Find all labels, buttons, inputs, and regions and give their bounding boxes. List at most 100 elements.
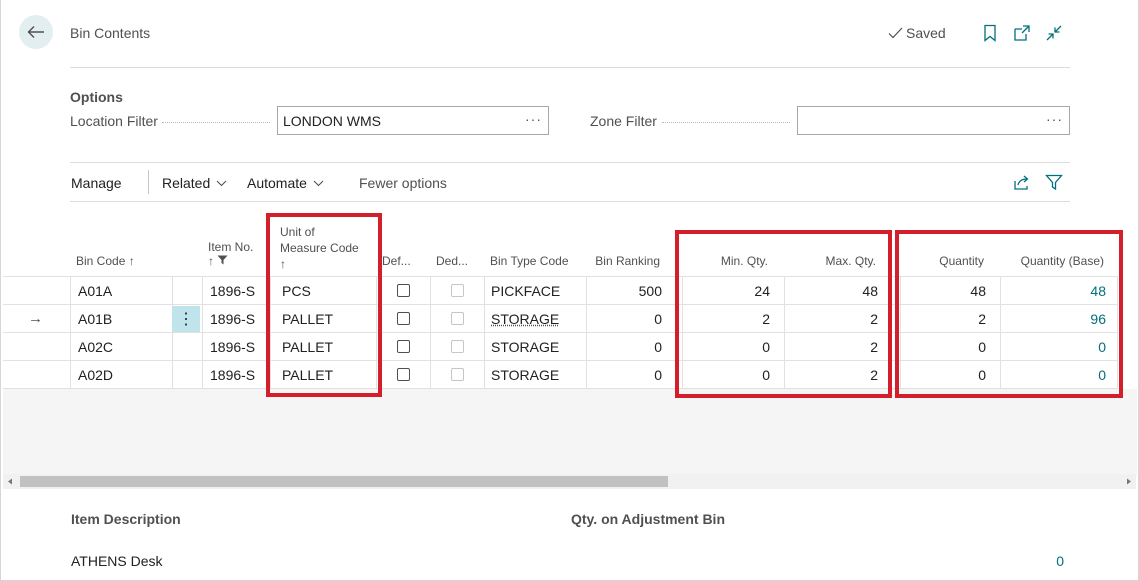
fewer-options-action[interactable]: Fewer options bbox=[359, 175, 447, 191]
item-no-cell[interactable]: 1896-S bbox=[210, 339, 255, 355]
max-qty-cell[interactable]: 2 bbox=[800, 311, 878, 327]
max-qty-cell[interactable]: 48 bbox=[800, 283, 878, 299]
collapse-icon[interactable] bbox=[1045, 24, 1063, 42]
column-header-unit-of-measure[interactable]: Unit of Measure Code ↑ bbox=[280, 224, 359, 272]
column-header-bin-code[interactable]: Bin Code ↑ bbox=[76, 254, 135, 268]
options-title: Options bbox=[70, 89, 123, 105]
item-no-cell[interactable]: 1896-S bbox=[210, 283, 255, 299]
related-action[interactable]: Related bbox=[162, 175, 227, 191]
default-checkbox[interactable] bbox=[397, 340, 410, 353]
filter-icon[interactable] bbox=[1045, 174, 1063, 192]
quantity-base-link[interactable]: 0 bbox=[1010, 367, 1106, 383]
quantity-cell[interactable]: 48 bbox=[910, 283, 986, 299]
item-no-header-label: Item No. bbox=[208, 240, 254, 254]
row-actions-button[interactable]: ⋮ bbox=[172, 306, 200, 332]
quantity-cell[interactable]: 0 bbox=[910, 367, 986, 383]
column-header-bin-ranking[interactable]: Bin Ranking bbox=[560, 254, 660, 268]
sort-ascending-icon: ↑ bbox=[128, 254, 135, 268]
bin-ranking-cell[interactable]: 0 bbox=[600, 311, 662, 327]
horizontal-scrollbar[interactable] bbox=[3, 474, 1136, 489]
column-header-dedicated[interactable]: Ded... bbox=[436, 254, 468, 268]
quantity-cell[interactable]: 0 bbox=[910, 339, 986, 355]
scroll-left-icon[interactable] bbox=[7, 478, 13, 485]
back-button[interactable] bbox=[19, 15, 53, 49]
bin-type-cell[interactable]: STORAGE bbox=[491, 311, 559, 327]
location-filter-lookup-button[interactable]: ··· bbox=[525, 111, 542, 127]
bin-code-header-label: Bin Code bbox=[76, 254, 126, 268]
column-header-quantity[interactable]: Quantity bbox=[904, 254, 984, 268]
default-checkbox[interactable] bbox=[397, 312, 410, 325]
saved-status: Saved bbox=[888, 25, 946, 41]
item-description-value: ATHENS Desk bbox=[71, 553, 163, 569]
max-qty-cell[interactable]: 2 bbox=[800, 367, 878, 383]
action-bar-divider bbox=[70, 201, 1070, 202]
column-header-quantity-base[interactable]: Quantity (Base) bbox=[1000, 254, 1104, 268]
bin-type-cell[interactable]: STORAGE bbox=[491, 339, 559, 355]
bin-ranking-cell[interactable]: 0 bbox=[600, 367, 662, 383]
column-divider bbox=[172, 276, 173, 389]
item-no-cell[interactable]: 1896-S bbox=[210, 311, 255, 327]
bin-code-cell[interactable]: A01A bbox=[78, 283, 112, 299]
dedicated-checkbox bbox=[451, 284, 464, 297]
checkmark-icon bbox=[888, 27, 903, 39]
uom-cell[interactable]: PALLET bbox=[282, 339, 333, 355]
bin-ranking-cell[interactable]: 500 bbox=[600, 283, 662, 299]
sort-ascending-icon: ↑ bbox=[280, 257, 286, 271]
chevron-down-icon bbox=[216, 180, 227, 186]
bin-type-cell[interactable]: STORAGE bbox=[491, 367, 559, 383]
scroll-right-icon[interactable] bbox=[1126, 478, 1132, 485]
column-header-bin-type-code[interactable]: Bin Type Code bbox=[490, 254, 569, 268]
default-checkbox[interactable] bbox=[397, 284, 410, 297]
scrollbar-thumb[interactable] bbox=[20, 476, 668, 487]
uom-cell[interactable]: PALLET bbox=[282, 311, 333, 327]
fewer-options-label: Fewer options bbox=[359, 175, 447, 191]
max-qty-cell[interactable]: 2 bbox=[800, 339, 878, 355]
column-divider bbox=[376, 276, 377, 389]
column-divider bbox=[202, 276, 203, 389]
min-qty-cell[interactable]: 0 bbox=[700, 339, 770, 355]
column-header-default[interactable]: Def... bbox=[382, 254, 411, 268]
bin-code-cell[interactable]: A02C bbox=[78, 339, 113, 355]
location-filter-leader bbox=[162, 122, 270, 123]
bin-type-cell[interactable]: PICKFACE bbox=[491, 283, 560, 299]
default-checkbox[interactable] bbox=[397, 368, 410, 381]
location-filter-value: LONDON WMS bbox=[283, 113, 381, 129]
row-divider bbox=[3, 304, 1118, 305]
quantity-cell[interactable]: 2 bbox=[910, 311, 986, 327]
manage-label: Manage bbox=[71, 175, 122, 191]
automate-action[interactable]: Automate bbox=[247, 175, 324, 191]
zone-filter-leader bbox=[662, 122, 790, 123]
uom-cell[interactable]: PALLET bbox=[282, 367, 333, 383]
column-divider bbox=[784, 276, 785, 389]
min-qty-cell[interactable]: 0 bbox=[700, 367, 770, 383]
uom-cell[interactable]: PCS bbox=[282, 283, 311, 299]
column-header-min-qty[interactable]: Min. Qty. bbox=[690, 254, 768, 268]
bin-code-cell[interactable]: A01B bbox=[78, 311, 112, 327]
location-filter-input[interactable]: LONDON WMS ··· bbox=[277, 106, 549, 135]
min-qty-cell[interactable]: 2 bbox=[700, 311, 770, 327]
sort-ascending-icon: ↑ bbox=[208, 254, 214, 268]
item-no-cell[interactable]: 1896-S bbox=[210, 367, 255, 383]
column-header-item-no[interactable]: Item No. ↑ bbox=[208, 240, 253, 268]
share-icon[interactable] bbox=[1013, 174, 1031, 192]
min-qty-cell[interactable]: 24 bbox=[700, 283, 770, 299]
row-divider bbox=[3, 360, 1118, 361]
column-header-max-qty[interactable]: Max. Qty. bbox=[796, 254, 876, 268]
bin-ranking-cell[interactable]: 0 bbox=[600, 339, 662, 355]
qty-adjustment-bin-label: Qty. on Adjustment Bin bbox=[571, 511, 725, 527]
open-new-window-icon[interactable] bbox=[1013, 24, 1031, 42]
qty-adjustment-bin-link[interactable]: 0 bbox=[1000, 553, 1064, 569]
bookmark-icon[interactable] bbox=[982, 24, 1000, 42]
zone-filter-lookup-button[interactable]: ··· bbox=[1046, 111, 1063, 127]
more-vertical-icon: ⋮ bbox=[178, 311, 194, 328]
manage-action[interactable]: Manage bbox=[71, 175, 122, 191]
page-title: Bin Contents bbox=[70, 25, 151, 41]
zone-filter-input[interactable]: ··· bbox=[797, 106, 1070, 135]
bin-code-cell[interactable]: A02D bbox=[78, 367, 113, 383]
location-filter-label: Location Filter bbox=[70, 113, 158, 129]
column-divider bbox=[70, 276, 71, 389]
saved-label: Saved bbox=[906, 25, 946, 41]
quantity-base-link[interactable]: 48 bbox=[1010, 283, 1106, 299]
quantity-base-link[interactable]: 96 bbox=[1010, 311, 1106, 327]
quantity-base-link[interactable]: 0 bbox=[1010, 339, 1106, 355]
